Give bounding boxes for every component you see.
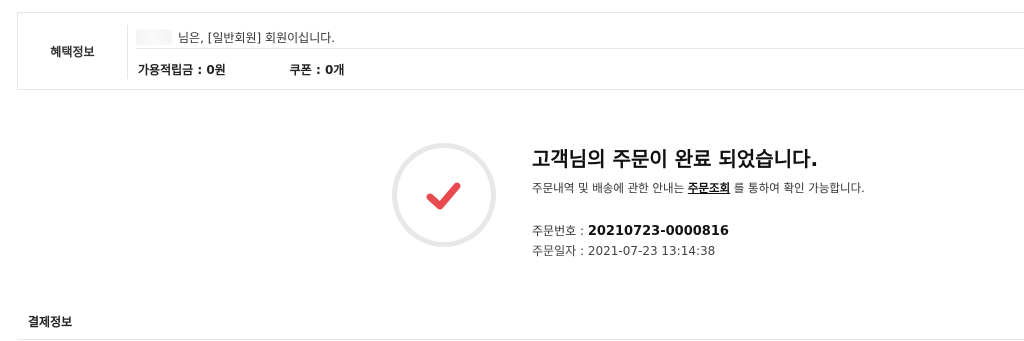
order-date-row: 주문일자 : 2021-07-23 13:14:38 (532, 242, 715, 259)
order-complete-title: 고객님의 주문이 완료 되었습니다. (532, 147, 819, 171)
order-guide-suffix: 를 통하여 확인 가능합니다. (730, 181, 865, 195)
row-divider (136, 48, 1024, 49)
check-icon (426, 182, 461, 210)
available-points: 가용적립금 : 0원 (138, 61, 226, 78)
order-number-row: 주문번호 : 20210723-0000816 (532, 222, 729, 239)
coupon-label: 쿠폰 : (289, 62, 325, 77)
benefit-info-label: 혜택정보 (50, 44, 95, 59)
order-number-value: 20210723-0000816 (587, 224, 729, 239)
member-grade-row: 님은, [일반회원] 회원이십니다. (136, 25, 335, 49)
masked-user-name (136, 29, 172, 45)
order-guide-text: 주문내역 및 배송에 관한 안내는 주문조회 를 통하여 확인 가능합니다. (532, 180, 865, 196)
order-date-label: 주문일자 : (532, 244, 588, 258)
benefit-divider (127, 25, 128, 79)
points-coupon-row: 가용적립금 : 0원 쿠폰 : 0개 (138, 59, 344, 79)
payment-info-title: 결제정보 (28, 315, 73, 329)
member-grade-text: 님은, [일반회원] 회원이십니다. (178, 30, 336, 45)
coupon-value: 0개 (325, 62, 345, 77)
benefit-info-panel: 혜택정보 님은, [일반회원] 회원이십니다. 가용적립금 : 0원 쿠폰 : … (17, 12, 1024, 90)
order-lookup-link[interactable]: 주문조회 (688, 181, 730, 195)
order-number-label: 주문번호 : (532, 224, 588, 238)
coupon-count: 쿠폰 : 0개 (290, 61, 345, 78)
available-points-value: 0원 (206, 62, 226, 77)
order-guide-prefix: 주문내역 및 배송에 관한 안내는 (532, 181, 688, 195)
payment-section-divider (17, 339, 1024, 340)
order-complete-badge (392, 143, 496, 247)
available-points-label: 가용적립금 : (138, 62, 207, 77)
order-date-value: 2021-07-23 13:14:38 (587, 244, 716, 258)
